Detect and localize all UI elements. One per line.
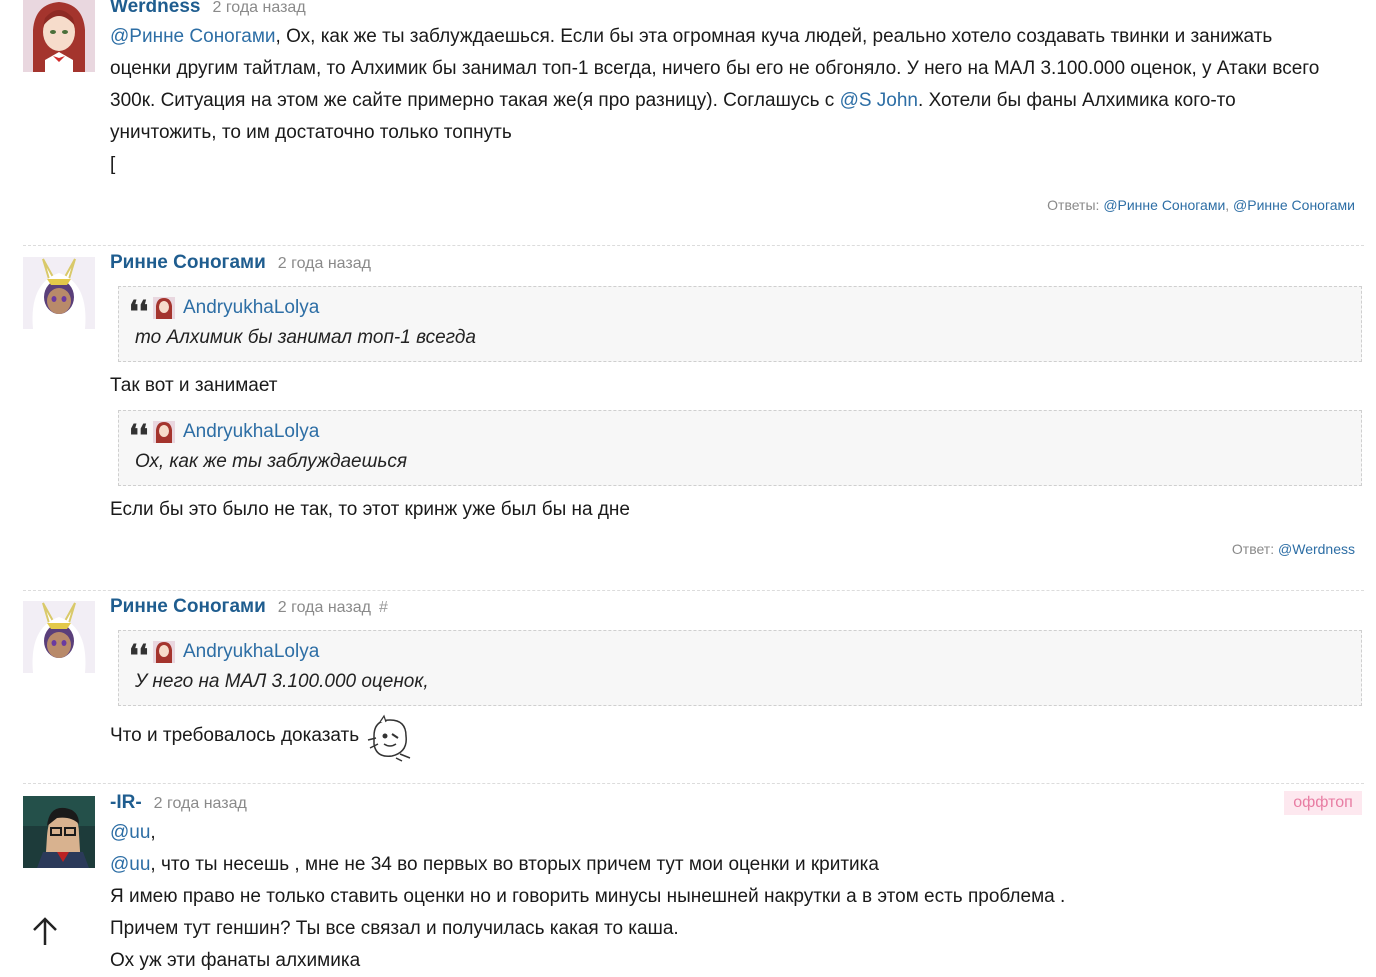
comment-line: [ [110,154,116,175]
arrow-up-icon [33,917,57,945]
quote-text: то Алхимик бы занимал топ-1 всегда [135,327,476,348]
offtopic-badge: оффтоп [1284,791,1362,815]
quote-author-avatar [153,297,175,319]
reply-link[interactable]: @Ринне Соногами [1103,197,1225,213]
reply-link[interactable]: @Werdness [1278,541,1355,557]
quote-block: ❛❛ AndryukhaLolya Ох, как же ты заблужда… [118,410,1362,486]
comment-line: Ох уж эти фанаты алхимика [110,950,361,971]
avatar-rinne[interactable] [23,257,95,329]
comment-author[interactable]: Werdness [110,0,200,17]
avatar-ir[interactable] [23,796,95,868]
avatar-werdness[interactable] [23,0,95,72]
replies-label: Ответы: [1047,197,1100,213]
quote-mark-icon: ❛❛ [129,295,149,330]
comment-text: , [150,822,156,843]
replies-label: Ответ: [1231,541,1275,557]
quote-author[interactable]: AndryukhaLolya [183,641,319,663]
quote-author-avatar [153,641,175,663]
comment-body: Так вот и занимает [110,375,278,396]
comment-divider [23,783,1364,784]
reply-link[interactable]: @Ринне Соногами [1233,197,1355,213]
mention-link[interactable]: @Ринне Соногами [110,26,276,47]
quote-mark-icon: ❛❛ [129,419,149,454]
mention-link[interactable]: @uu [110,854,150,875]
comment-line: @Ринне Соногами, Ох, как же ты заблуждае… [110,21,1360,53]
scroll-to-top-button[interactable] [30,915,60,949]
comment-time[interactable]: 2 года назад [154,795,247,812]
comment-time[interactable]: 2 года назад [278,255,371,272]
comment-line: Причем тут геншин? Ты все связал и получ… [110,918,679,939]
comment-text: Что и требовалось доказать [110,725,360,746]
comment-body: @uu, @uu, что ты несешь , мне не 34 во п… [110,817,1360,977]
comment-line: уничтожить, то им достаточно только топн… [110,122,512,143]
comment-text: 300к. Ситуация на этом же сайте примерно… [110,90,840,111]
replies-list: Ответ: @Werdness [1232,541,1355,557]
comment-body: Что и требовалось доказать [110,720,359,752]
comment-author[interactable]: Ринне Соногами [110,252,266,273]
mention-link[interactable]: @S John [840,90,918,111]
comment-line: оценки другим тайтлам, то Алхимик бы зан… [110,58,1320,79]
comment-text: , Ох, как же ты заблуждаешься. Если бы э… [275,26,1273,47]
comment-divider [23,245,1364,246]
comment-time[interactable]: 2 года назад [212,0,305,16]
comment-line: Я имею право не только ставить оценки но… [110,886,1066,907]
comment-time[interactable]: 2 года назад [278,599,371,616]
quote-author[interactable]: AndryukhaLolya [183,297,319,319]
comment-line: 300к. Ситуация на этом же сайте примерно… [110,85,1360,117]
sticker-icon [366,714,414,762]
replies-separator: , [1225,197,1230,213]
comment-text: . Хотели бы фаны Алхимика кого-то [918,90,1236,111]
quote-mark-icon: ❛❛ [129,639,149,674]
quote-author-avatar [153,421,175,443]
comment-author[interactable]: -IR- [110,792,142,813]
avatar-rinne[interactable] [23,601,95,673]
quote-text: У него на МАЛ 3.100.000 оценок, [135,671,429,692]
quote-author[interactable]: AndryukhaLolya [183,421,319,443]
comment-author[interactable]: Ринне Соногами [110,596,266,617]
comment-line: @uu, что ты несешь , мне не 34 во первых… [110,849,1360,881]
mention-link[interactable]: @uu [110,822,150,843]
comment-body: @Ринне Соногами, Ох, как же ты заблуждае… [110,21,1360,181]
comment-text: , что ты несешь , мне не 34 во первых во… [150,854,879,875]
replies-list: Ответы: @Ринне Соногами, @Ринне Соногами [1047,197,1355,213]
quote-block: ❛❛ AndryukhaLolya У него на МАЛ 3.100.00… [118,630,1362,706]
comment-divider [23,590,1364,591]
quote-text: Ох, как же ты заблуждаешься [135,451,408,472]
comment-body: Если бы это было не так, то этот кринж у… [110,499,630,520]
comment-line: @uu, [110,817,1360,849]
quote-block: ❛❛ AndryukhaLolya то Алхимик бы занимал … [118,286,1362,362]
comment-permalink[interactable]: # [379,599,388,616]
